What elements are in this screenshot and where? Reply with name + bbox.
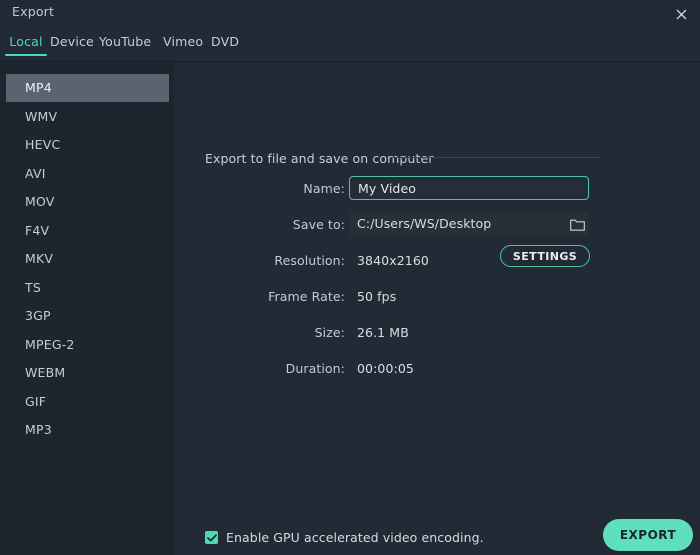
gpu-checkbox[interactable]	[205, 531, 218, 544]
saveto-row: Save to: C:/Users/WS/Desktop	[175, 212, 700, 238]
size-value: 26.1 MB	[357, 325, 409, 340]
tab-device[interactable]: Device	[50, 34, 94, 56]
framerate-value: 50 fps	[357, 289, 397, 304]
window-title: Export	[12, 4, 55, 19]
tab-bar-divider	[0, 61, 700, 62]
name-input[interactable]	[349, 176, 589, 200]
duration-label: Duration:	[285, 361, 345, 376]
section-divider	[392, 157, 600, 158]
format-item-f4v[interactable]: F4V	[6, 217, 169, 245]
format-item-mp4[interactable]: MP4	[6, 74, 169, 102]
tab-local[interactable]: Local	[5, 34, 47, 56]
format-item-mkv[interactable]: MKV	[6, 245, 169, 273]
tab-youtube[interactable]: YouTube	[99, 34, 151, 56]
saveto-label: Save to:	[292, 217, 345, 232]
resolution-value: 3840x2160	[357, 253, 429, 268]
resolution-label: Resolution:	[274, 253, 345, 268]
size-row: Size: 26.1 MB	[175, 320, 700, 346]
format-item-hevc[interactable]: HEVC	[6, 131, 169, 159]
export-settings-panel: Export to file and save on computer Name…	[175, 63, 700, 555]
folder-icon[interactable]	[567, 215, 587, 234]
format-item-webm[interactable]: WEBM	[6, 359, 169, 387]
saveto-field[interactable]: C:/Users/WS/Desktop	[349, 212, 589, 236]
format-item-mov[interactable]: MOV	[6, 188, 169, 216]
duration-value: 00:00:05	[357, 361, 414, 376]
format-item-mpeg-2[interactable]: MPEG-2	[6, 331, 169, 359]
size-label: Size:	[314, 325, 345, 340]
settings-button[interactable]: SETTINGS	[500, 245, 590, 267]
tab-dvd[interactable]: DVD	[211, 34, 239, 56]
format-item-ts[interactable]: TS	[6, 274, 169, 302]
format-sidebar: MP4 WMV HEVC AVI MOV F4V MKV TS 3GP MPEG-2 WEBM GIF…	[0, 63, 175, 555]
name-row: Name:	[175, 176, 700, 202]
title-bar: Export	[0, 0, 700, 28]
gpu-label: Enable GPU accelerated video encoding.	[226, 530, 484, 545]
format-item-wmv[interactable]: WMV	[6, 103, 169, 131]
export-button[interactable]: EXPORT	[603, 519, 693, 551]
resolution-row: Resolution: 3840x2160 SETTINGS	[175, 245, 700, 274]
format-item-3gp[interactable]: 3GP	[6, 302, 169, 330]
tab-bar: Local Device YouTube Vimeo DVD	[0, 28, 700, 62]
format-item-avi[interactable]: AVI	[6, 160, 169, 188]
duration-row: Duration: 00:00:05	[175, 356, 700, 382]
close-icon[interactable]	[668, 2, 694, 26]
section-header: Export to file and save on computer	[205, 151, 434, 166]
tab-vimeo[interactable]: Vimeo	[163, 34, 203, 56]
format-item-gif[interactable]: GIF	[6, 388, 169, 416]
format-item-mp3[interactable]: MP3	[6, 416, 169, 444]
saveto-value: C:/Users/WS/Desktop	[357, 216, 492, 231]
name-label: Name:	[303, 181, 345, 196]
gpu-toggle-row[interactable]: Enable GPU accelerated video encoding.	[205, 530, 484, 545]
framerate-row: Frame Rate: 50 fps	[175, 284, 700, 310]
framerate-label: Frame Rate:	[268, 289, 345, 304]
